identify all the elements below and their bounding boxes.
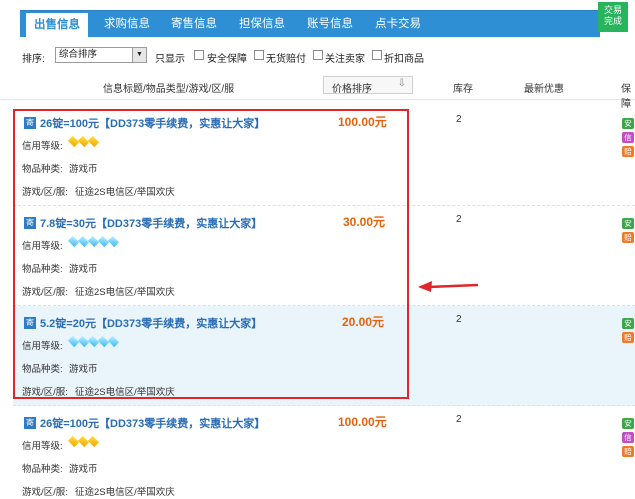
- listing-stock: 2: [456, 414, 462, 425]
- safe-icon: 安: [622, 118, 634, 129]
- discount-checkbox[interactable]: [372, 50, 382, 60]
- credit-gems: [67, 435, 100, 449]
- listing-title-link[interactable]: 26锭=100元【DD373零手续费，实惠让大家】: [40, 415, 265, 431]
- tab-account-info[interactable]: 账号信息: [299, 11, 361, 38]
- chevron-down-icon: ▼: [132, 48, 146, 62]
- corner-line2: 完成: [603, 16, 622, 26]
- safe-icon: 安: [622, 218, 634, 229]
- listing-stock: 2: [456, 314, 462, 325]
- server-value: 征途2S电信区/举国欢庆: [75, 487, 175, 498]
- no-stock-compensation-checkbox[interactable]: [254, 50, 264, 60]
- tab-buy-info[interactable]: 求购信息: [96, 11, 158, 38]
- compensation-icon: 赔: [622, 332, 634, 343]
- price-sort-label: 价格排序: [332, 84, 372, 95]
- follow-seller-checkbox[interactable]: [313, 50, 323, 60]
- item-type-label: 物品种类:: [22, 464, 63, 475]
- tab-strip: 出售信息 求购信息 寄售信息 担保信息 账号信息 点卡交易: [20, 10, 600, 38]
- annotation-highlight-box: [13, 109, 409, 399]
- sort-label: 排序:: [22, 54, 45, 65]
- safe-icon: 安: [622, 418, 634, 429]
- price-sort-button[interactable]: 价格排序 ⇩: [323, 76, 413, 95]
- tab-card-trade[interactable]: 点卡交易: [367, 11, 429, 38]
- tab-guarantee-info[interactable]: 担保信息: [231, 11, 293, 38]
- safety-checkbox[interactable]: [194, 50, 204, 60]
- compensation-icon: 赔: [622, 232, 634, 243]
- tab-consign-info[interactable]: 寄售信息: [163, 11, 225, 38]
- compensation-icon: 赔: [622, 146, 634, 157]
- listing-row: 寄 26锭=100元【DD373零手续费，实惠让大家】 100.00元 2 信用…: [13, 406, 635, 499]
- tab-sell-info[interactable]: 出售信息: [26, 13, 88, 38]
- sort-select[interactable]: 综合排序 ▼: [55, 47, 147, 63]
- listing-price: 100.00元: [338, 415, 387, 429]
- listing-stock: 2: [456, 114, 462, 125]
- col-stock: 库存: [453, 84, 473, 95]
- follow-seller-label: 关注卖家: [325, 54, 365, 65]
- credit-icon: 信: [622, 132, 634, 143]
- sort-arrow-icon: ⇩: [397, 78, 406, 89]
- annotation-arrow-icon: [418, 281, 479, 292]
- listing-stock: 2: [456, 214, 462, 225]
- only-show-label: 只显示: [155, 54, 185, 65]
- sort-select-value: 综合排序: [59, 49, 98, 60]
- col-info: 信息标题/物品类型/游戏/区/服: [103, 84, 235, 95]
- consign-badge: 寄: [24, 417, 36, 429]
- trade-complete-button[interactable]: 交易 完成: [598, 2, 628, 32]
- item-type-value: 游戏币: [69, 464, 98, 475]
- no-stock-compensation-label: 无货赔付: [266, 54, 306, 65]
- discount-label: 折扣商品: [384, 54, 424, 65]
- safe-icon: 安: [622, 318, 634, 329]
- compensation-icon: 赔: [622, 446, 634, 457]
- credit-label: 信用等级:: [22, 441, 63, 452]
- filter-bar: 排序: 综合排序 ▼ 只显示 安全保障 无货赔付 关注卖家 折扣商品: [0, 46, 635, 66]
- server-label: 游戏/区/服:: [22, 487, 68, 498]
- corner-line1: 交易: [603, 5, 622, 15]
- safety-label: 安全保障: [207, 54, 247, 65]
- table-header: 信息标题/物品类型/游戏/区/服 价格排序 ⇩ 库存 最新优惠 保障: [0, 72, 635, 110]
- credit-icon: 信: [622, 432, 634, 443]
- tab-bar: 出售信息 求购信息 寄售信息 担保信息 账号信息 点卡交易 交易 完成: [0, 0, 635, 38]
- col-promo: 最新优惠: [524, 84, 564, 95]
